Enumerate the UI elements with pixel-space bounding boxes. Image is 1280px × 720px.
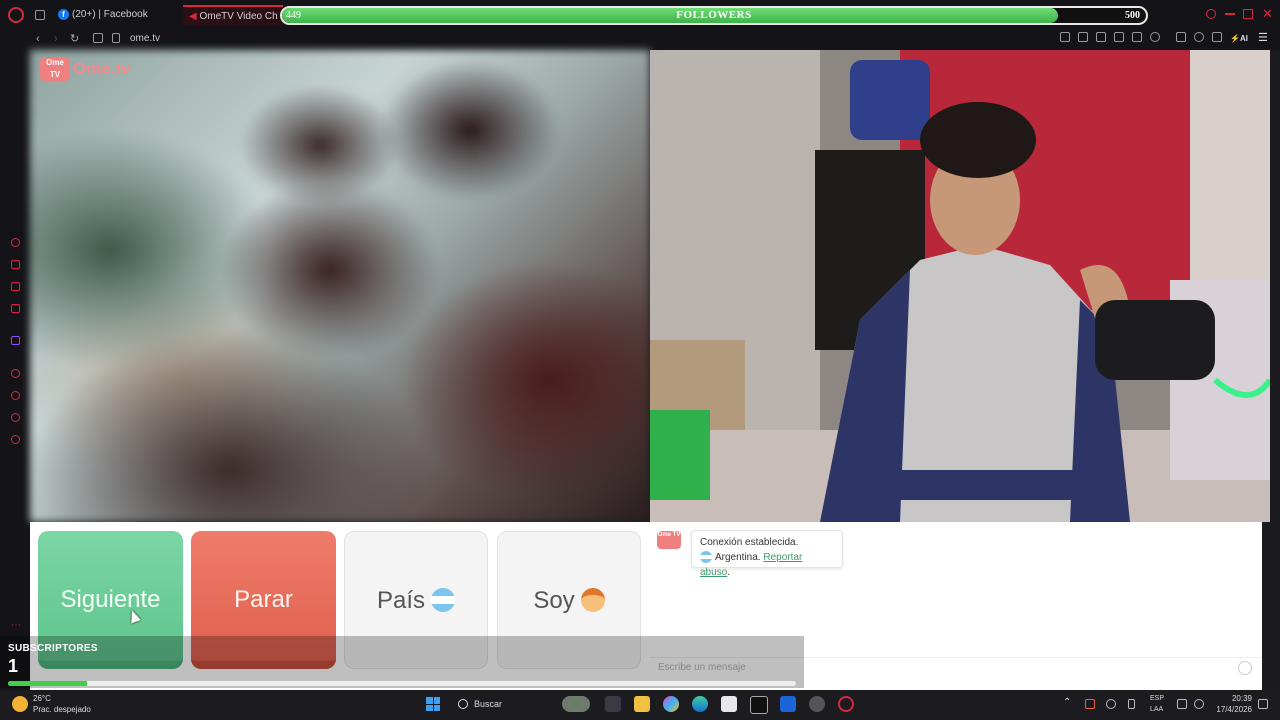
- onedrive-icon[interactable]: [1106, 699, 1116, 709]
- heart-icon[interactable]: [1150, 32, 1160, 42]
- sidebar-player-icon[interactable]: [11, 369, 20, 378]
- sidebar-workspaces-icon[interactable]: [11, 260, 20, 269]
- tab-facebook[interactable]: f (20+) | Facebook: [58, 5, 148, 25]
- taskbar-search-icon[interactable]: [458, 699, 468, 709]
- translate-icon[interactable]: [1114, 32, 1124, 42]
- weather-temperature[interactable]: 26°C: [33, 694, 51, 703]
- maximize-icon[interactable]: [1243, 9, 1253, 19]
- network-icon[interactable]: [1177, 699, 1187, 709]
- country-label: País: [376, 587, 426, 614]
- tray-overflow-icon[interactable]: ⌃: [1063, 697, 1071, 708]
- speaker-icon: ◀: [189, 11, 200, 22]
- ometv-logo[interactable]: Ome TV Ome.tv: [40, 57, 132, 83]
- copilot-icon[interactable]: [663, 696, 679, 712]
- weather-description[interactable]: Prac. despejado: [33, 705, 91, 714]
- search-tabs-icon[interactable]: [1206, 9, 1216, 19]
- ometv-logo-text: Ome.tv: [73, 59, 131, 78]
- clock-time[interactable]: 20:39: [1220, 694, 1252, 703]
- download-icon[interactable]: [1212, 32, 1222, 42]
- followers-goal-bar: 449 FOLLOWERS 500: [280, 6, 1148, 25]
- emoji-icon[interactable]: [1238, 661, 1252, 675]
- chat-ometv-logo: Ome TV: [657, 531, 681, 549]
- back-icon[interactable]: ‹: [36, 32, 40, 46]
- close-icon[interactable]: ✕: [1262, 6, 1273, 22]
- profile-icon[interactable]: [1194, 32, 1204, 42]
- forward-icon[interactable]: ›: [54, 32, 58, 46]
- partner-country: Argentina.: [715, 552, 761, 563]
- keyboard-layout[interactable]: LAA: [1150, 706, 1163, 713]
- tab-overview-icon[interactable]: [35, 10, 45, 20]
- subscribers-progress-bar: [8, 681, 796, 686]
- notifications-icon[interactable]: [1258, 699, 1268, 709]
- bookmark-icon[interactable]: [1060, 32, 1070, 42]
- lock-icon[interactable]: [112, 33, 120, 43]
- snapshot-icon[interactable]: [1078, 32, 1088, 42]
- reload-icon[interactable]: ↻: [70, 32, 79, 46]
- tab-ometv[interactable]: ◀ OmeTV Video Ch: [183, 5, 283, 25]
- followers-label: FOLLOWERS: [676, 9, 752, 21]
- opera-gx-icon[interactable]: [838, 696, 854, 712]
- extensions-icon[interactable]: [1176, 32, 1186, 42]
- facebook-icon: f: [58, 8, 69, 20]
- url-field[interactable]: ome.tv: [130, 32, 160, 46]
- tab-ometv-label: OmeTV Video Ch: [199, 11, 278, 22]
- tab-facebook-label: (20+) | Facebook: [72, 9, 148, 20]
- obs-app-icon[interactable]: [750, 696, 768, 714]
- gender-label: Soy: [533, 587, 575, 614]
- address-bar: [0, 30, 1280, 50]
- obs-studio-icon[interactable]: [809, 696, 825, 712]
- camera-icon[interactable]: [93, 33, 103, 43]
- store-icon[interactable]: [721, 696, 737, 712]
- ai-icon[interactable]: ⚡AI: [1230, 32, 1248, 46]
- sidebar-history-icon[interactable]: [11, 391, 20, 400]
- security-icon[interactable]: [780, 696, 796, 712]
- clock-date[interactable]: 17/4/2026: [1212, 705, 1252, 714]
- subscribers-label: SUBSCRIPTORES: [8, 643, 98, 654]
- connection-status-text: Conexión establecida.: [700, 537, 799, 548]
- argentina-flag-icon: [431, 587, 456, 612]
- sidebar-messenger-icon[interactable]: [11, 282, 20, 291]
- edge-icon[interactable]: [692, 696, 708, 712]
- sidebar-news-icon[interactable]: [11, 304, 20, 313]
- file-explorer-icon[interactable]: [634, 696, 650, 712]
- search-highlight-icon[interactable]: [562, 696, 590, 712]
- stranger-video: [30, 50, 650, 522]
- sidebar-aria-icon[interactable]: [11, 238, 20, 247]
- argentina-flag-icon: [700, 551, 712, 564]
- windows-start-icon[interactable]: [426, 697, 440, 711]
- keyboard-language[interactable]: ESP: [1150, 695, 1164, 702]
- tray-app-icon[interactable]: [1085, 699, 1095, 709]
- sidebar-settings-icon[interactable]: [11, 435, 20, 444]
- taskbar-search-box[interactable]: Buscar: [474, 699, 502, 709]
- opera-menu-icon[interactable]: [8, 7, 24, 23]
- ometv-logo-badge: Ome TV: [40, 57, 70, 81]
- player-icon[interactable]: [1132, 32, 1142, 42]
- microphone-icon[interactable]: [1128, 699, 1135, 709]
- report-link-period: .: [727, 567, 731, 578]
- weather-sun-icon[interactable]: [12, 696, 28, 712]
- sidebar-downloads-icon[interactable]: [11, 413, 20, 422]
- volume-icon[interactable]: [1194, 699, 1204, 709]
- own-camera-video: [650, 50, 1270, 522]
- system-message: Conexión establecida. Argentina. Reporta…: [691, 530, 843, 578]
- subscribers-count: 1: [8, 656, 19, 676]
- boy-emoji-icon: [580, 587, 605, 612]
- task-view-icon[interactable]: [605, 696, 621, 712]
- easy-setup-icon[interactable]: ☰: [1258, 31, 1268, 45]
- camera-scene: [650, 50, 1270, 522]
- minimize-icon[interactable]: [1225, 13, 1235, 15]
- sidebar-twitch-icon[interactable]: [11, 336, 20, 345]
- subscribers-progress-fill: [8, 681, 87, 686]
- vpn-icon[interactable]: [1096, 32, 1106, 42]
- sidebar-more-icon[interactable]: ⋯: [11, 620, 21, 631]
- followers-goal-count: 500: [1125, 10, 1140, 21]
